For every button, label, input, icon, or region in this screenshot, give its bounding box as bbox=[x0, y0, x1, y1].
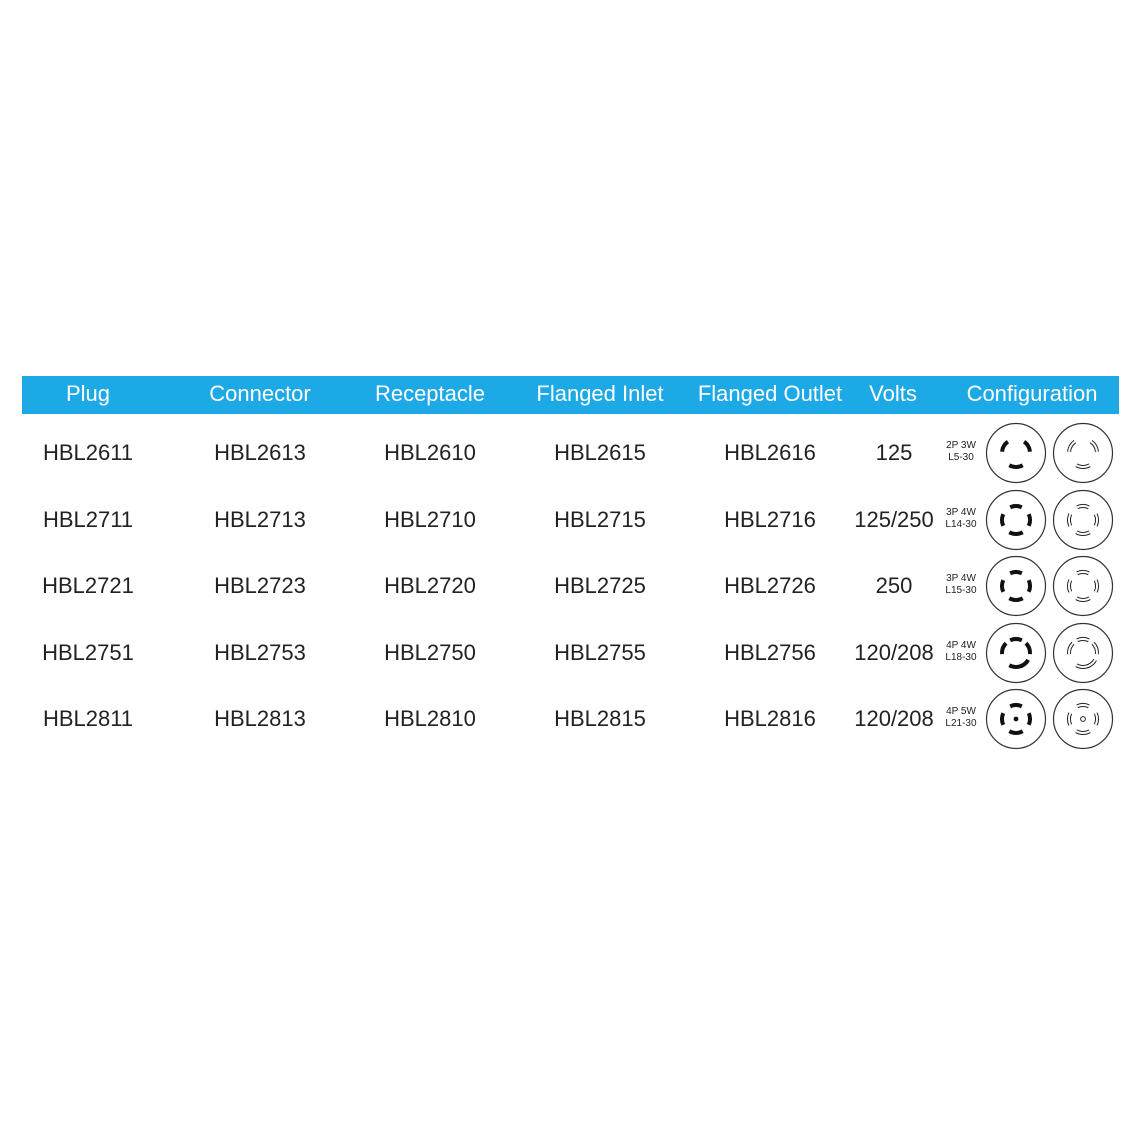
configuration-label: 3P 4W L14-30 bbox=[938, 507, 984, 531]
connector-part-number: HBL2613 bbox=[214, 440, 306, 465]
flanged-outlet-part-number: HBL2816 bbox=[724, 706, 816, 731]
configuration-label: 3P 4W L15-30 bbox=[938, 573, 984, 597]
configuration-label: 2P 3W L5-30 bbox=[938, 440, 984, 464]
volts-value: 120/208 bbox=[854, 639, 934, 665]
header-connector: Connector bbox=[209, 381, 311, 406]
nema-l21-30-plug-face-icon bbox=[1052, 688, 1114, 750]
configuration-poles: 4P 5W bbox=[946, 706, 976, 717]
volts-value: 125 bbox=[875, 440, 913, 465]
connector-part-number: HBL2723 bbox=[214, 573, 306, 598]
connector-part-number: HBL2713 bbox=[214, 506, 306, 532]
table-header: Plug Connector Receptacle Flanged Inlet … bbox=[22, 376, 1119, 414]
plug-part-number: HBL2811 bbox=[42, 706, 134, 731]
connector-part-number: HBL2813 bbox=[214, 706, 306, 731]
connector-part-number: HBL2753 bbox=[214, 639, 306, 665]
nema-l5-30-plug-face-icon bbox=[1052, 422, 1114, 484]
configuration-poles: 2P 3W bbox=[946, 440, 976, 451]
header-flanged-outlet: Flanged Outlet bbox=[697, 381, 843, 406]
configuration-nema: L15-30 bbox=[945, 585, 977, 596]
flanged-inlet-part-number: HBL2755 bbox=[554, 639, 646, 665]
receptacle-part-number: HBL2750 bbox=[384, 639, 476, 665]
volts-value: 250 bbox=[875, 573, 913, 598]
flanged-outlet-part-number: HBL2756 bbox=[724, 639, 816, 665]
volts-value: 125/250 bbox=[854, 506, 934, 532]
page: { "table": { "headers": { "plug": "Plug"… bbox=[0, 0, 1133, 1133]
table-row: HBL2721 HBL2723 HBL2720 HBL2725 HBL2726 … bbox=[22, 555, 1119, 622]
configuration-nema: L21-30 bbox=[945, 718, 977, 729]
configuration-poles: 4P 4W bbox=[946, 639, 976, 651]
nema-l15-30-plug-face-icon bbox=[1052, 555, 1114, 617]
header-plug: Plug bbox=[65, 381, 111, 406]
table-body: HBL2611 HBL2613 HBL2610 HBL2615 HBL2616 … bbox=[22, 422, 1119, 755]
flanged-inlet-part-number: HBL2715 bbox=[554, 506, 646, 532]
plug-part-number: HBL2751 bbox=[42, 639, 134, 665]
nema-l18-30-receptacle-face-icon bbox=[985, 622, 1047, 684]
flanged-inlet-part-number: HBL2725 bbox=[554, 573, 646, 598]
receptacle-part-number: HBL2810 bbox=[384, 706, 476, 731]
receptacle-part-number: HBL2720 bbox=[384, 573, 476, 598]
configuration-poles: 3P 4W bbox=[946, 506, 976, 518]
header-volts: Volts bbox=[869, 381, 917, 406]
configuration-nema: L14-30 bbox=[945, 518, 977, 530]
table-row: HBL2711 HBL2713 HBL2710 HBL2715 HBL2716 … bbox=[22, 489, 1119, 556]
receptacle-part-number: HBL2610 bbox=[384, 440, 476, 465]
nema-l14-30-plug-face-icon bbox=[1052, 489, 1114, 551]
volts-value: 120/208 bbox=[854, 706, 934, 731]
configuration-label: 4P 5W L21-30 bbox=[938, 706, 984, 730]
table-row: HBL2611 HBL2613 HBL2610 HBL2615 HBL2616 … bbox=[22, 422, 1119, 489]
configuration-nema: L5-30 bbox=[948, 452, 974, 463]
plug-part-number: HBL2611 bbox=[42, 440, 134, 465]
flanged-outlet-part-number: HBL2716 bbox=[724, 506, 816, 532]
configuration-nema: L18-30 bbox=[945, 651, 977, 663]
plug-part-number: HBL2711 bbox=[42, 506, 134, 532]
flanged-inlet-part-number: HBL2815 bbox=[554, 706, 646, 731]
configuration-poles: 3P 4W bbox=[946, 573, 976, 584]
nema-l21-30-receptacle-face-icon bbox=[985, 688, 1047, 750]
product-table: Plug Connector Receptacle Flanged Inlet … bbox=[22, 376, 1119, 750]
flanged-inlet-part-number: HBL2615 bbox=[554, 440, 646, 465]
header-receptacle: Receptacle bbox=[374, 381, 486, 406]
nema-l5-30-receptacle-face-icon bbox=[985, 422, 1047, 484]
receptacle-part-number: HBL2710 bbox=[384, 506, 476, 532]
table-row: HBL2751 HBL2753 HBL2750 HBL2755 HBL2756 … bbox=[22, 622, 1119, 689]
header-flanged-inlet: Flanged Inlet bbox=[536, 381, 664, 406]
flanged-outlet-part-number: HBL2726 bbox=[724, 573, 816, 598]
nema-l18-30-plug-face-icon bbox=[1052, 622, 1114, 684]
header-configuration: Configuration bbox=[966, 381, 1098, 406]
flanged-outlet-part-number: HBL2616 bbox=[724, 440, 816, 465]
configuration-label: 4P 4W L18-30 bbox=[938, 640, 984, 664]
nema-l14-30-receptacle-face-icon bbox=[985, 489, 1047, 551]
table-row: HBL2811 HBL2813 HBL2810 HBL2815 HBL2816 … bbox=[22, 688, 1119, 755]
plug-part-number: HBL2721 bbox=[42, 573, 134, 598]
nema-l15-30-receptacle-face-icon bbox=[985, 555, 1047, 617]
